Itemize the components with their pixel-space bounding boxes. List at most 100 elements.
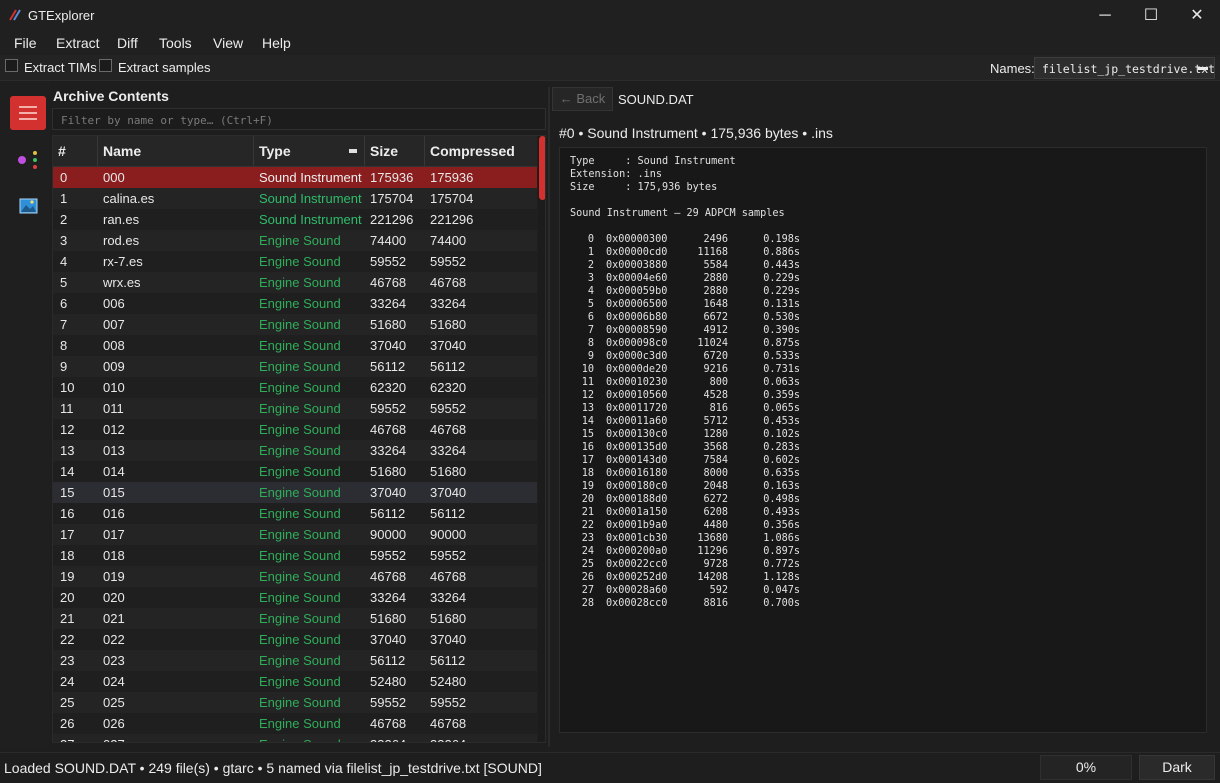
sample-index: 14 xyxy=(581,416,594,427)
table-row[interactable]: 0 000 Sound Instrument 175936 175936 xyxy=(53,167,537,188)
row-name: 016 xyxy=(103,506,125,521)
extract-samples-checkbox[interactable] xyxy=(99,59,112,72)
sample-index: 20 xyxy=(581,494,594,505)
table-row[interactable]: 26 026 Engine Sound 46768 46768 xyxy=(53,713,537,734)
row-index: 12 xyxy=(60,422,75,437)
menu-extract[interactable]: Extract xyxy=(56,35,100,51)
table-row[interactable]: 22 022 Engine Sound 37040 37040 xyxy=(53,629,537,650)
table-row[interactable]: 17 017 Engine Sound 90000 90000 xyxy=(53,524,537,545)
row-compressed: 59552 xyxy=(430,401,467,416)
row-size: 59552 xyxy=(370,254,407,269)
table-row[interactable]: 10 010 Engine Sound 62320 62320 xyxy=(53,377,537,398)
table-row[interactable]: 25 025 Engine Sound 59552 59552 xyxy=(53,692,537,713)
table-row[interactable]: 8 008 Engine Sound 37040 37040 xyxy=(53,335,537,356)
sidebar-item-images[interactable] xyxy=(10,189,46,223)
column-filter-icon[interactable] xyxy=(349,149,357,153)
row-size: 46768 xyxy=(370,422,407,437)
row-compressed: 221296 xyxy=(430,212,474,227)
menu-help[interactable]: Help xyxy=(262,35,291,51)
menu-view[interactable]: View xyxy=(213,35,243,51)
table-row[interactable]: 3 rod.es Engine Sound 74400 74400 xyxy=(53,230,537,251)
column-header-name[interactable]: Name xyxy=(98,136,254,166)
sample-index: 24 xyxy=(581,546,594,557)
sample-index: 9 xyxy=(587,351,594,362)
row-index: 11 xyxy=(60,401,74,416)
row-size: 59552 xyxy=(370,695,407,710)
table-row[interactable]: 1 calina.es Sound Instrument 175704 175704 xyxy=(53,188,537,209)
sidebar-item-diff[interactable] xyxy=(10,143,46,177)
sample-duration: 0.530s xyxy=(763,312,800,323)
table-row[interactable]: 5 wrx.es Engine Sound 46768 46768 xyxy=(53,272,537,293)
sample-line: 9 0x0000c3d0 6720 0.533s xyxy=(570,350,800,363)
sample-line: 13 0x00011720 816 0.065s xyxy=(570,402,800,415)
table-row[interactable]: 15 015 Engine Sound 37040 37040 xyxy=(53,482,537,503)
sample-duration: 0.493s xyxy=(763,507,800,518)
column-header-compressed[interactable]: Compressed xyxy=(425,136,537,166)
menu-diff[interactable]: Diff xyxy=(117,35,138,51)
column-header-num[interactable]: # xyxy=(53,136,98,166)
extract-tims-checkbox[interactable] xyxy=(5,59,18,72)
sample-line: 15 0x000130c0 1280 0.102s xyxy=(570,428,800,441)
row-index: 2 xyxy=(60,212,68,227)
row-name: 020 xyxy=(103,590,125,605)
table-row[interactable]: 20 020 Engine Sound 33264 33264 xyxy=(53,587,537,608)
row-compressed: 46768 xyxy=(430,716,467,731)
sample-duration: 0.229s xyxy=(763,273,800,284)
names-select[interactable]: filelist_jp_testdrive.txt ▬ xyxy=(1034,57,1215,79)
row-name: 018 xyxy=(103,548,125,563)
row-type: Engine Sound xyxy=(259,401,341,416)
sample-duration: 0.533s xyxy=(763,351,800,362)
menu-file[interactable]: File xyxy=(14,35,37,51)
sample-offset: 0x00006b80 xyxy=(606,312,668,323)
archive-icon xyxy=(19,106,37,120)
row-compressed: 59552 xyxy=(430,254,467,269)
sample-line: 11 0x00010230 800 0.063s xyxy=(570,376,800,389)
table-row[interactable]: 14 014 Engine Sound 51680 51680 xyxy=(53,461,537,482)
sample-duration: 0.635s xyxy=(763,468,800,479)
close-button[interactable]: ✕ xyxy=(1174,0,1220,31)
table-scrollbar-thumb[interactable] xyxy=(539,136,545,200)
table-row[interactable]: 24 024 Engine Sound 52480 52480 xyxy=(53,671,537,692)
table-row[interactable]: 11 011 Engine Sound 59552 59552 xyxy=(53,398,537,419)
sample-duration: 0.700s xyxy=(763,598,800,609)
table-row[interactable]: 7 007 Engine Sound 51680 51680 xyxy=(53,314,537,335)
table-row[interactable]: 19 019 Engine Sound 46768 46768 xyxy=(53,566,537,587)
sample-index: 26 xyxy=(581,572,594,583)
sample-bytes: 3568 xyxy=(703,442,728,453)
row-size: 33264 xyxy=(370,443,407,458)
row-index: 22 xyxy=(60,632,75,647)
table-row[interactable]: 4 rx-7.es Engine Sound 59552 59552 xyxy=(53,251,537,272)
table-row[interactable]: 27 027 Engine Sound 33264 33264 xyxy=(53,734,537,742)
sample-duration: 1.128s xyxy=(763,572,800,583)
filter-input[interactable]: Filter by name or type… (Ctrl+F) xyxy=(52,108,546,130)
sample-duration: 0.390s xyxy=(763,325,800,336)
table-row[interactable]: 18 018 Engine Sound 59552 59552 xyxy=(53,545,537,566)
detail-size-line: Size : 175,936 bytes xyxy=(570,182,718,193)
minimize-button[interactable]: ─ xyxy=(1082,0,1128,31)
row-index: 3 xyxy=(60,233,68,248)
sidebar-item-archive[interactable] xyxy=(10,96,46,130)
row-compressed: 46768 xyxy=(430,422,467,437)
table-row[interactable]: 21 021 Engine Sound 51680 51680 xyxy=(53,608,537,629)
row-index: 15 xyxy=(60,485,75,500)
sample-index: 17 xyxy=(581,455,594,466)
maximize-button[interactable]: ☐ xyxy=(1128,0,1174,31)
table-row[interactable]: 23 023 Engine Sound 56112 56112 xyxy=(53,650,537,671)
table-row[interactable]: 16 016 Engine Sound 56112 56112 xyxy=(53,503,537,524)
row-name: 014 xyxy=(103,464,125,479)
sample-index: 23 xyxy=(581,533,594,544)
row-name: 010 xyxy=(103,380,125,395)
table-row[interactable]: 13 013 Engine Sound 33264 33264 xyxy=(53,440,537,461)
sample-offset: 0x00003880 xyxy=(606,260,668,271)
theme-toggle-button[interactable]: Dark xyxy=(1139,755,1215,780)
sample-duration: 0.359s xyxy=(763,390,800,401)
sample-line: 8 0x000098c0 11024 0.875s xyxy=(570,337,800,350)
column-header-size[interactable]: Size xyxy=(365,136,425,166)
table-scrollbar[interactable] xyxy=(538,136,545,742)
menu-tools[interactable]: Tools xyxy=(159,35,192,51)
table-row[interactable]: 6 006 Engine Sound 33264 33264 xyxy=(53,293,537,314)
table-row[interactable]: 9 009 Engine Sound 56112 56112 xyxy=(53,356,537,377)
table-row[interactable]: 12 012 Engine Sound 46768 46768 xyxy=(53,419,537,440)
table-row[interactable]: 2 ran.es Sound Instrument 221296 221296 xyxy=(53,209,537,230)
back-button[interactable]: ← Back xyxy=(552,87,613,111)
